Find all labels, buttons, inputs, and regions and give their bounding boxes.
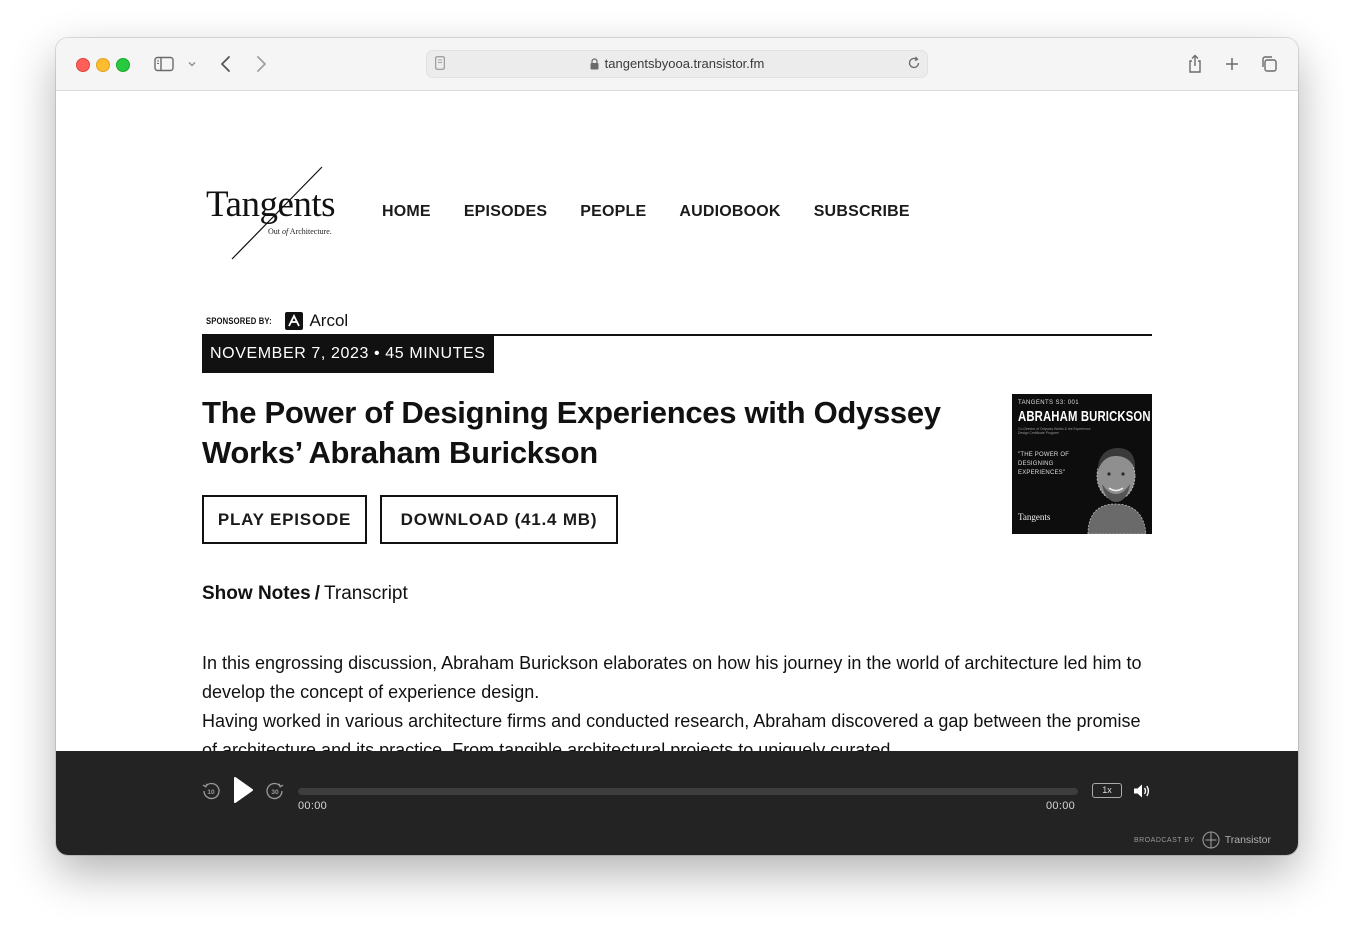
forward-arrow-icon[interactable] xyxy=(249,52,273,76)
notes-tabs: Show Notes / Transcript xyxy=(202,583,408,605)
play-episode-button[interactable]: PLAY EPISODE xyxy=(202,495,367,544)
nav-people[interactable]: PEOPLE xyxy=(580,203,646,221)
broadcast-label: BROADCAST BY xyxy=(1133,836,1195,844)
svg-text:30: 30 xyxy=(271,789,279,796)
tab-overview-icon[interactable] xyxy=(1257,52,1281,76)
speaker-icon xyxy=(1134,784,1150,798)
close-window-button[interactable] xyxy=(76,58,90,72)
transistor-logo-icon xyxy=(1202,831,1220,849)
logo-subtitle: Out of Architecture. xyxy=(268,227,332,236)
reload-icon[interactable] xyxy=(907,56,921,75)
guest-portrait-icon xyxy=(1087,448,1147,534)
sponsor-name: Arcol xyxy=(309,311,349,330)
elapsed-time: 00:00 xyxy=(298,800,328,812)
logo-wordmark: Tangents xyxy=(206,184,336,225)
duration-time: 00:00 xyxy=(1046,800,1076,812)
notes-paragraph: Having worked in various architecture fi… xyxy=(202,711,1141,751)
tab-separator: / xyxy=(314,583,321,604)
nav-audiobook[interactable]: AUDIOBOOK xyxy=(679,203,780,221)
cover-series-label: TANGENTS S3: 001 xyxy=(1018,400,1079,406)
play-button[interactable] xyxy=(230,777,256,803)
episode-title: The Power of Designing Experiences with … xyxy=(202,395,941,470)
share-icon[interactable] xyxy=(1183,52,1207,76)
volume-button[interactable] xyxy=(1132,781,1152,801)
chevron-down-icon[interactable] xyxy=(184,52,200,76)
nav-home[interactable]: HOME xyxy=(382,203,431,221)
notes-paragraph: In this engrossing discussion, Abraham B… xyxy=(202,653,1142,702)
browser-window: tangentsbyooa.transistor.fm Tangents Out… xyxy=(56,38,1298,855)
episode-meta-badge: NOVEMBER 7, 2023 • 45 MINUTES xyxy=(202,335,494,373)
progress-bar[interactable] xyxy=(298,788,1078,795)
address-bar[interactable]: tangentsbyooa.transistor.fm xyxy=(426,50,928,78)
main-nav: HOME EPISODES PEOPLE AUDIOBOOK SUBSCRIBE xyxy=(382,203,943,221)
rewind-10-icon: 10 xyxy=(202,782,220,800)
browser-toolbar: tangentsbyooa.transistor.fm xyxy=(56,38,1298,91)
arcol-logo-icon xyxy=(285,312,304,330)
sponsor-block[interactable]: SPONSORED BY: Arcol xyxy=(206,311,348,331)
minimize-window-button[interactable] xyxy=(96,58,110,72)
skip-forward-button[interactable]: 30 xyxy=(264,779,286,803)
nav-subscribe[interactable]: SUBSCRIBE xyxy=(814,203,910,221)
broadcast-name: Transistor xyxy=(1224,834,1271,846)
audio-player: 10 30 00:00 00:00 1x BROADCAST BY Transi… xyxy=(56,751,1298,855)
download-button[interactable]: DOWNLOAD (41.4 MB) xyxy=(380,495,618,544)
tab-show-notes[interactable]: Show Notes xyxy=(202,583,311,604)
new-tab-icon[interactable] xyxy=(1220,52,1244,76)
play-icon xyxy=(234,777,253,803)
lock-icon xyxy=(590,58,599,73)
sidebar-toggle-icon[interactable] xyxy=(152,52,176,76)
zoom-window-button[interactable] xyxy=(116,58,130,72)
svg-text:10: 10 xyxy=(207,789,215,796)
cover-guest-name: ABRAHAM BURICKSON xyxy=(1018,409,1151,425)
tab-transcript[interactable]: Transcript xyxy=(324,583,408,604)
sponsor-label: SPONSORED BY: xyxy=(206,316,272,326)
back-arrow-icon[interactable] xyxy=(214,52,238,76)
cover-logo: Tangents xyxy=(1018,512,1051,522)
nav-episodes[interactable]: EPISODES xyxy=(464,203,547,221)
show-notes-body: In this engrossing discussion, Abraham B… xyxy=(202,649,1152,751)
tangents-logo[interactable]: Tangents Out of Architecture. xyxy=(202,163,352,293)
skip-back-button[interactable]: 10 xyxy=(200,779,222,803)
playback-speed-button[interactable]: 1x xyxy=(1092,783,1122,798)
page-content: Tangents Out of Architecture. SPONSORED … xyxy=(56,91,1298,751)
broadcast-credit[interactable]: BROADCAST BY Transistor xyxy=(1134,831,1271,849)
forward-30-icon: 30 xyxy=(266,782,284,800)
episode-cover-art: TANGENTS S3: 001 ABRAHAM BURICKSON Co-Di… xyxy=(1012,394,1152,534)
url-text: tangentsbyooa.transistor.fm xyxy=(604,56,765,71)
